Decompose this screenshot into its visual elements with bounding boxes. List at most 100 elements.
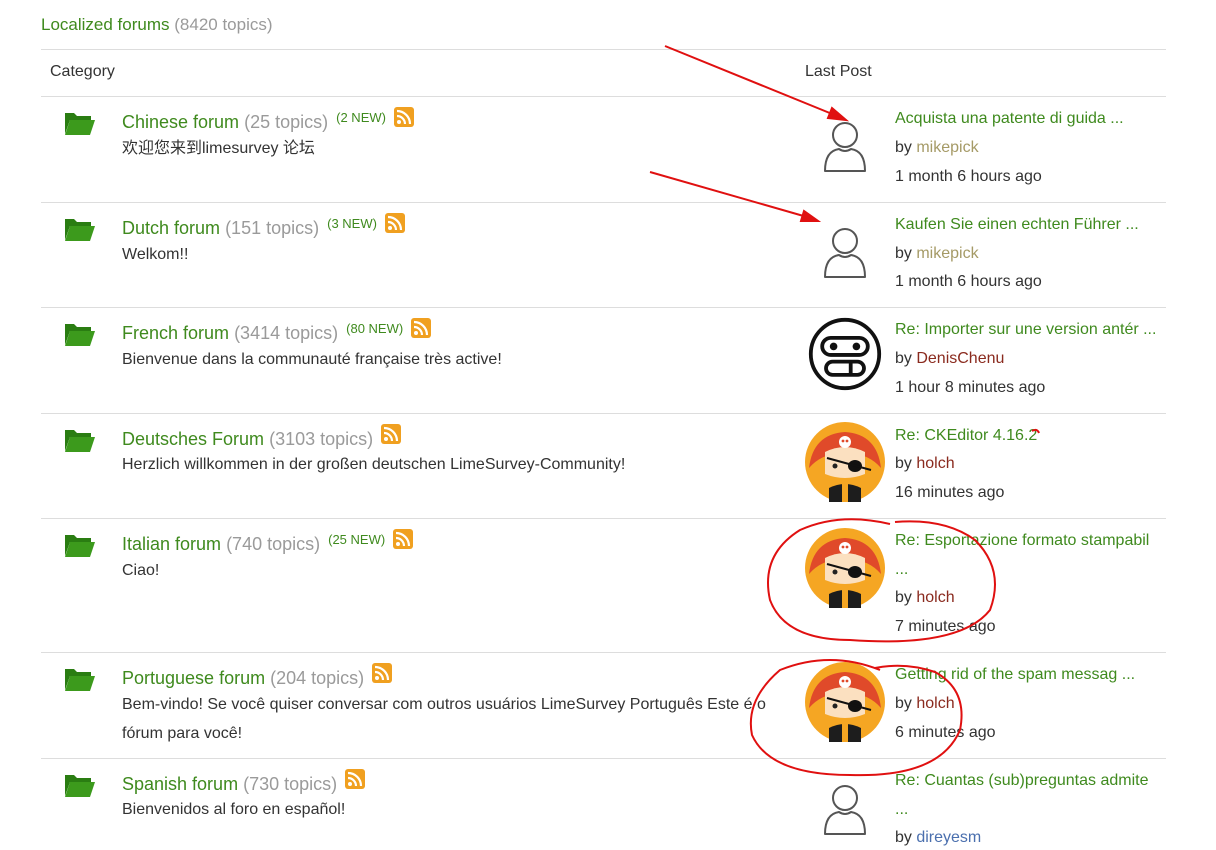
forum-link-french[interactable]: French forum [122,323,229,343]
forum-title: Deutsches Forum (3103 topics) [122,424,402,451]
folder-icon [64,772,96,798]
folder-icon [64,532,96,558]
folder-icon [64,321,96,347]
forum-description: Bienvenidos al foro en español! [122,801,346,818]
forum-row-spanish: Spanish forum (730 topics) Bienvenidos a… [41,759,1166,848]
last-post-time: 1 hour 8 minutes ago [895,379,1046,396]
author-link[interactable]: holch [916,695,954,712]
forum-topic-count: (730 topics) [243,774,338,794]
rss-feed-icon[interactable] [411,318,432,338]
last-post-author: by direyesm [895,829,981,847]
forum-link-chinese[interactable]: Chinese forum [122,112,239,132]
forum-title: Dutch forum (151 topics) (3 NEW) [122,213,405,242]
last-post-time: 6 minutes ago [895,724,996,741]
last-post-title-link[interactable]: Re: Importer sur une version antér ... [895,319,1156,341]
last-post-title-link[interactable]: Re: Cuantas (sub)preguntas admite... [895,770,1148,828]
last-post-author: by holch [895,589,955,607]
forum-row-italian: Italian forum (740 topics) (25 NEW) Ciao… [41,519,1166,653]
last-post-author: by DenisChenu [895,350,1004,368]
section-title-link[interactable]: Localized forums [41,15,170,34]
default-user-avatar-icon[interactable] [805,213,885,293]
last-post-title-line2[interactable]: ... [895,801,908,818]
last-post-time: 1 month 6 hours ago [895,273,1042,290]
new-topics-badge[interactable]: (25 NEW) [328,532,385,547]
by-label: by [895,245,917,262]
forum-link-deutsches[interactable]: Deutsches Forum [122,429,264,449]
face-avatar-icon[interactable] [807,316,883,392]
forum-row-dutch: Dutch forum (151 topics) (3 NEW) Welkom!… [41,203,1166,308]
by-label: by [895,350,917,367]
last-post-title-link[interactable]: Getting rid of the spam messag ... [895,664,1135,686]
last-post-title-line1[interactable]: Re: Cuantas (sub)preguntas admite [895,772,1148,789]
forum-topic-count: (25 topics) [244,112,329,132]
rss-feed-icon[interactable] [393,529,414,549]
forum-topic-count: (204 topics) [270,668,365,688]
folder-icon [64,110,96,136]
forum-link-dutch[interactable]: Dutch forum [122,218,220,238]
last-post-time: 16 minutes ago [895,484,1005,501]
forum-topic-count: (740 topics) [226,534,321,554]
last-post-author: by holch [895,455,955,473]
section-title: Localized forums (8420 topics) [41,14,273,36]
last-post-title-link[interactable]: Acquista una patente di guida ... [895,108,1124,130]
author-link[interactable]: mikepick [916,245,978,262]
forum-title: French forum (3414 topics) (80 NEW) [122,318,432,347]
forum-title: Spanish forum (730 topics) [122,769,366,796]
category-header: Category [50,63,115,80]
forum-title: Italian forum (740 topics) (25 NEW) [122,529,414,558]
folder-icon [64,216,96,242]
last-post-title-line1[interactable]: Re: Esportazione formato stampabil [895,532,1149,549]
forum-link-italian[interactable]: Italian forum [122,534,221,554]
forum-row-chinese: Chinese forum (25 topics) (2 NEW) 欢迎您来到l… [41,97,1166,203]
last-post-time: 1 month 6 hours ago [895,168,1042,185]
new-topics-badge[interactable]: (80 NEW) [346,321,403,336]
default-user-avatar-icon[interactable] [805,107,885,187]
pirate-avatar-icon[interactable] [805,528,885,608]
forum-description: Ciao! [122,562,160,579]
rss-feed-icon[interactable] [394,107,414,127]
table-header: Category Last Post [41,50,1166,97]
forum-title: Chinese forum (25 topics) (2 NEW) [122,107,414,136]
forum-description: Welkom!! [122,246,189,263]
forum-topic-count: (3414 topics) [234,323,339,343]
forum-link-spanish[interactable]: Spanish forum [122,774,238,794]
pirate-avatar-icon[interactable] [805,662,885,742]
by-label: by [895,695,917,712]
last-post-author: by mikepick [895,139,979,157]
rss-feed-icon[interactable] [381,424,402,444]
pirate-avatar-icon[interactable] [805,422,885,502]
forum-title: Portuguese forum (204 topics) [122,663,393,690]
folder-icon [64,427,96,453]
last-post-title-link[interactable]: Re: Esportazione formato stampabil... [895,530,1149,588]
forum-description: Herzlich willkommen in der großen deutsc… [122,456,626,473]
author-link[interactable]: holch [916,589,954,606]
author-link[interactable]: holch [916,455,954,472]
author-link[interactable]: mikepick [916,139,978,156]
default-user-avatar-icon[interactable] [805,770,885,850]
forum-topic-count: (3103 topics) [269,429,374,449]
rss-feed-icon[interactable] [384,213,405,233]
forum-row-deutsches: Deutsches Forum (3103 topics) Herzlich w… [41,414,1166,519]
last-post-title-link[interactable]: Kaufen Sie einen echten Führer ... [895,214,1139,236]
last-post-author: by mikepick [895,245,979,263]
rss-feed-icon[interactable] [345,769,366,789]
last-post-title-link[interactable]: Re: CKEditor 4.16.2 [895,425,1037,447]
last-post-title-line2[interactable]: ... [895,561,908,578]
forum-topic-count: (151 topics) [225,218,320,238]
author-link[interactable]: direyesm [916,829,981,846]
new-topics-badge[interactable]: (2 NEW) [336,110,386,125]
by-label: by [895,139,917,156]
rss-feed-icon[interactable] [372,663,393,683]
section-topic-count: (8420 topics) [174,15,273,34]
forum-description: Bem-vindo! Se você quiser conversar com … [122,696,766,742]
forum-description: Bienvenue dans la communauté française t… [122,351,502,368]
new-topics-badge[interactable]: (3 NEW) [327,216,377,231]
by-label: by [895,455,917,472]
last-post-time: 7 minutes ago [895,618,996,635]
last-post-author: by holch [895,695,955,713]
forum-link-portuguese[interactable]: Portuguese forum [122,668,265,688]
by-label: by [895,829,917,846]
last-post-header: Last Post [805,63,872,80]
author-link[interactable]: DenisChenu [916,350,1004,367]
forum-description: 欢迎您来到limesurvey 论坛 [122,140,315,157]
